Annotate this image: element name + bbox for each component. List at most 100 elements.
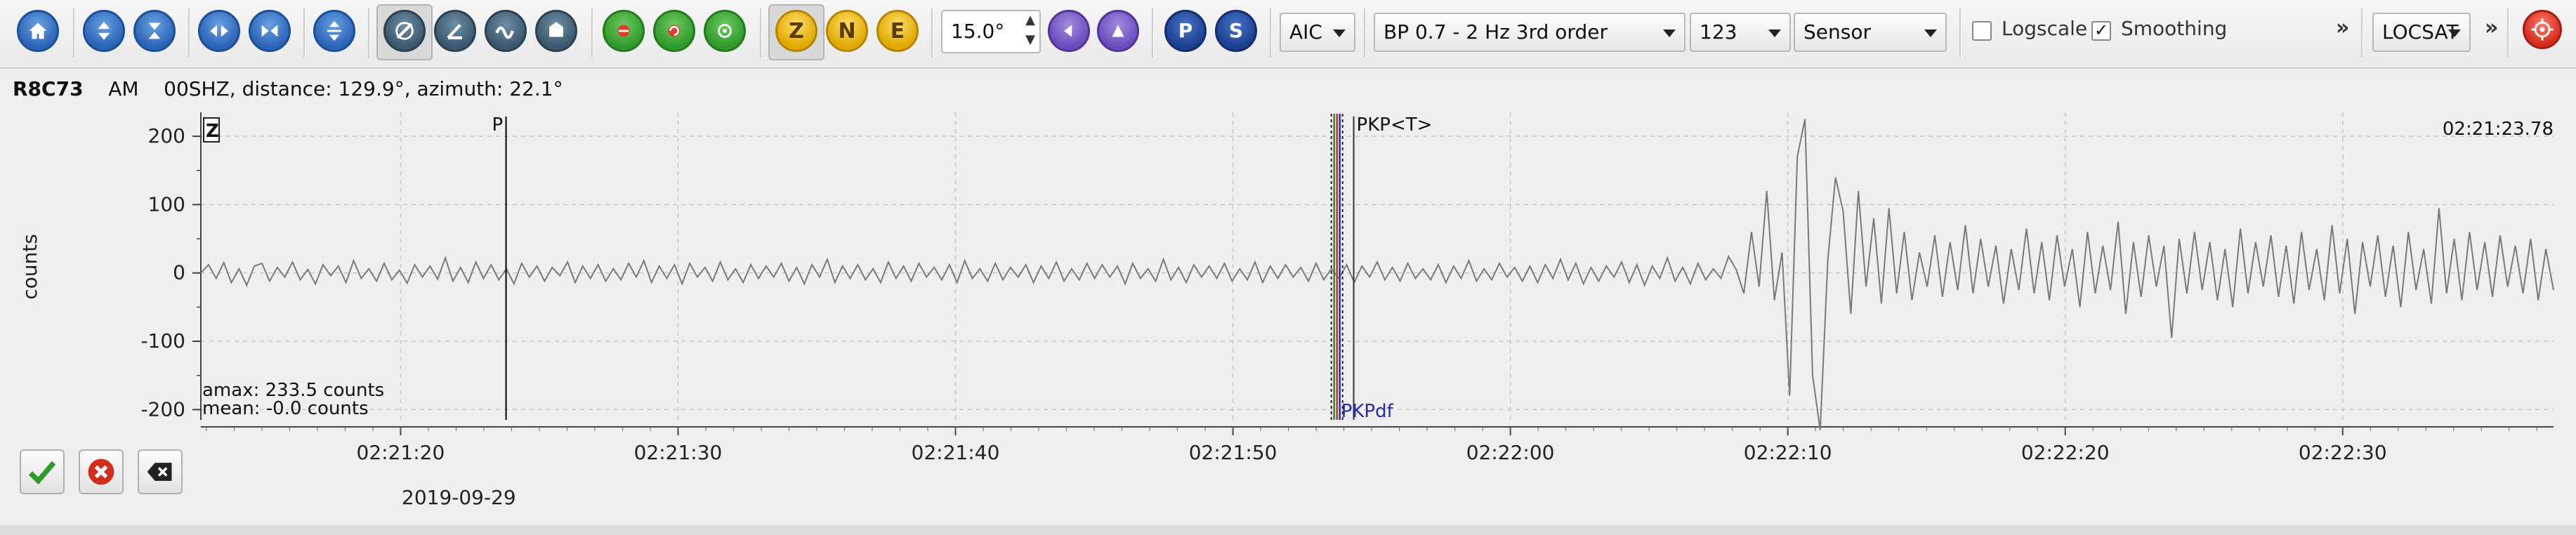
measure-tool-button[interactable] — [485, 10, 527, 52]
component-z-label: Z — [789, 18, 804, 44]
component-z-button[interactable]: Z — [775, 10, 817, 52]
pick-target-icon — [718, 24, 732, 38]
checkmark-icon — [28, 461, 56, 485]
picker-select-value: AIC — [1289, 20, 1322, 44]
x-tick-label: 02:22:00 — [1466, 441, 1555, 464]
units-select[interactable]: Sensor — [1794, 13, 1947, 52]
filter-select-value: BP 0.7 - 2 Hz 3rd order — [1384, 20, 1608, 44]
picker-window: Z N E 15.0° ▲ ▼ P S AIC BP 0.7 - 2 Hz 3r… — [0, 0, 2576, 535]
toolbar-separator — [73, 8, 75, 58]
toolbar-separator — [188, 8, 190, 58]
y-tick-label: 0 — [173, 261, 185, 284]
pick-s-label: S — [1228, 19, 1244, 42]
chevron-down-icon — [1663, 29, 1676, 37]
picker-select[interactable]: AIC — [1280, 13, 1355, 52]
x-tick-label: 02:21:40 — [912, 441, 1000, 464]
network-code: AM — [108, 77, 139, 100]
rotate-right-button[interactable] — [1097, 10, 1139, 52]
y-axis: 200 100 0 -100 -200 — [140, 112, 202, 421]
y-tick-label: 100 — [148, 192, 185, 216]
accept-button[interactable] — [20, 449, 65, 494]
y-tick-label: -200 — [140, 397, 185, 421]
locate-button[interactable] — [2523, 10, 2562, 49]
seismogram-plot[interactable]: 200 100 0 -100 -200 02:21:20 02:21:30 02:21:40… — [0, 98, 2576, 520]
compress-horizontal-icon — [261, 25, 278, 37]
pick-mode-button-1[interactable] — [603, 10, 645, 52]
toolbar-separator — [303, 8, 305, 58]
toolbar-separator — [2507, 8, 2509, 58]
toolbar-separator — [2361, 8, 2363, 58]
pick-cycle-icon — [668, 25, 681, 37]
component-n-label: N — [838, 18, 856, 44]
toolbar-overflow-button-2[interactable]: » — [2485, 15, 2498, 40]
fit-traces-button[interactable] — [313, 10, 355, 52]
channel-select-value: 123 — [1700, 20, 1737, 44]
x-tick-label: 02:22:20 — [2021, 441, 2110, 464]
pick-label-p: P — [492, 114, 504, 136]
waveform-trace — [200, 119, 2554, 430]
angle-tool-button[interactable] — [434, 10, 476, 52]
filter-select[interactable]: BP 0.7 - 2 Hz 3rd order — [1374, 13, 1685, 52]
channel-select[interactable]: 123 — [1690, 13, 1791, 52]
rotate-left-button[interactable] — [1048, 10, 1090, 52]
zoom-out-vertical-button[interactable] — [133, 10, 176, 52]
home-button[interactable] — [17, 10, 59, 52]
chevron-down-icon — [1768, 29, 1781, 37]
y-tick-label: 200 — [148, 124, 185, 147]
toolbar-separator — [591, 8, 593, 58]
zoom-out-horizontal-button[interactable] — [249, 10, 291, 52]
time-readout: 02:21:23.78 — [2443, 119, 2554, 140]
component-n-button[interactable]: N — [826, 10, 868, 52]
logscale-checkbox[interactable] — [1972, 21, 1992, 41]
pick-s-button[interactable]: S — [1215, 10, 1257, 52]
chevron-down-icon — [2448, 29, 2461, 37]
angle-spinbox[interactable]: 15.0° ▲ ▼ — [941, 10, 1041, 53]
pick-label-pkpdf: PKPdf — [1341, 401, 1394, 422]
locator-select[interactable]: LOCSAT — [2372, 13, 2471, 52]
locator-select-value: LOCSAT — [2382, 20, 2459, 44]
trace-header: R8C73 AM 00SHZ, distance: 129.9°, azimut… — [13, 77, 563, 100]
x-tick-label: 02:22:30 — [2299, 441, 2387, 464]
pick-mode-button-3[interactable] — [704, 10, 746, 52]
pick-red-icon — [617, 25, 630, 37]
toolbar-overflow-button-1[interactable]: » — [2336, 15, 2349, 40]
expand-horizontal-icon — [210, 25, 228, 37]
toolbar-separator — [1152, 8, 1154, 58]
spin-up-icon[interactable]: ▲ — [1025, 13, 1035, 27]
smoothing-label: Smoothing — [2121, 17, 2228, 40]
pick-p-label: P — [1178, 19, 1193, 42]
spin-down-icon[interactable]: ▼ — [1025, 32, 1035, 47]
zoom-in-horizontal-button[interactable] — [198, 10, 240, 52]
smoothing-checkbox[interactable]: ✓ — [2091, 21, 2111, 41]
toolbar-separator — [1270, 8, 1272, 58]
date-label: 2019-09-29 — [402, 486, 516, 509]
station-code: R8C73 — [13, 77, 84, 100]
slope-tool-button[interactable] — [383, 10, 426, 52]
fit-icon — [327, 20, 341, 41]
clear-button[interactable] — [138, 449, 183, 494]
rotate-left-icon — [1063, 25, 1072, 37]
pick-mode-button-2[interactable] — [653, 10, 695, 52]
toolbar-separator — [931, 8, 933, 58]
distance-text: distance: 129.9° — [242, 77, 405, 100]
x-tick-label: 02:22:10 — [1744, 441, 1832, 464]
angle-value: 15.0° — [951, 20, 1005, 43]
x-tick-label: 02:21:20 — [357, 441, 445, 464]
reject-button[interactable] — [79, 449, 124, 494]
x-tick-label: 02:21:50 — [1189, 441, 1277, 464]
azimuth-text: azimuth: 22.1° — [416, 77, 563, 100]
mean-text: mean: -0.0 counts — [202, 398, 369, 419]
y-tick-label: -100 — [140, 329, 185, 352]
toolbar-separator — [760, 8, 762, 58]
toolbar: Z N E 15.0° ▲ ▼ P S AIC BP 0.7 - 2 Hz 3r… — [0, 0, 2576, 69]
grid — [201, 112, 2554, 420]
component-e-button[interactable]: E — [876, 10, 919, 52]
pick-p-button[interactable]: P — [1164, 10, 1207, 52]
component-badge: Z — [206, 121, 219, 142]
toolbar-separator — [1364, 8, 1366, 58]
amplitude-tool-button[interactable] — [535, 10, 577, 52]
toolbar-separator — [368, 8, 370, 58]
units-select-value: Sensor — [1803, 20, 1871, 44]
zoom-in-vertical-button[interactable] — [83, 10, 125, 52]
x-tick-label: 02:21:30 — [634, 441, 723, 464]
